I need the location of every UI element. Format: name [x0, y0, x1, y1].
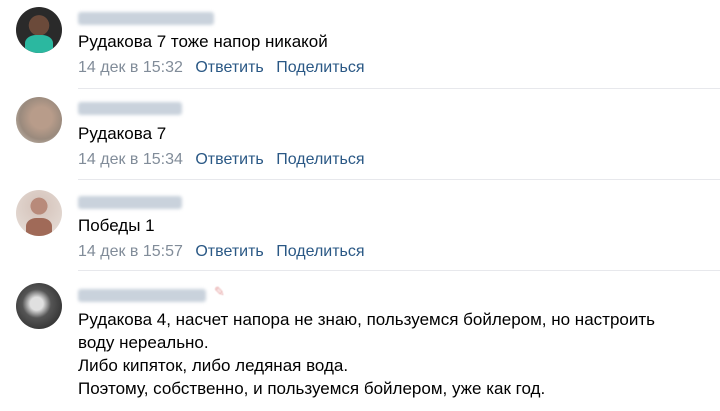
share-link[interactable]: Поделиться	[276, 151, 364, 168]
comment-text: Рудакова 4, насчет напора не знаю, польз…	[78, 310, 655, 398]
pencil-icon: ✎	[214, 284, 225, 299]
divider	[78, 270, 720, 271]
author-name-blurred[interactable]	[78, 12, 214, 25]
comment-meta: 14 дек в 15:57 Ответить Поделиться	[78, 243, 365, 261]
avatar[interactable]	[16, 7, 62, 53]
comment-2: Рудакова 7 14 дек в 15:34 Ответить Подел…	[0, 90, 720, 182]
comment-date[interactable]: 14 дек в 15:57	[78, 243, 183, 260]
divider	[78, 179, 720, 180]
reply-link[interactable]: Ответить	[195, 243, 263, 260]
comment-text: Рудакова 7	[78, 124, 167, 143]
reply-link[interactable]: Ответить	[195, 151, 263, 168]
comment-3: Победы 1 14 дек в 15:57 Ответить Поделит…	[0, 182, 720, 272]
comment-date[interactable]: 14 дек в 15:34	[78, 151, 183, 168]
author-name-blurred[interactable]	[78, 289, 206, 302]
avatar[interactable]	[16, 283, 62, 329]
share-link[interactable]: Поделиться	[276, 59, 364, 76]
comment-text: Победы 1	[78, 216, 155, 235]
author-name-blurred[interactable]	[78, 196, 182, 209]
comment-meta: 14 дек в 15:32 Ответить Поделиться	[78, 59, 365, 77]
comment-meta: 14 дек в 15:34 Ответить Поделиться	[78, 151, 365, 169]
share-link[interactable]: Поделиться	[276, 243, 364, 260]
avatar[interactable]	[16, 190, 62, 236]
comment-date[interactable]: 14 дек в 15:32	[78, 59, 183, 76]
avatar[interactable]	[16, 97, 62, 143]
comment-text: Рудакова 7 тоже напор никакой	[78, 32, 328, 51]
divider	[78, 88, 720, 89]
comment-4: ✎ Рудакова 4, насчет напора не знаю, пол…	[0, 272, 720, 411]
reply-link[interactable]: Ответить	[195, 59, 263, 76]
comment-1: Рудакова 7 тоже напор никакой 14 дек в 1…	[0, 0, 720, 90]
author-name-blurred[interactable]	[78, 102, 182, 115]
